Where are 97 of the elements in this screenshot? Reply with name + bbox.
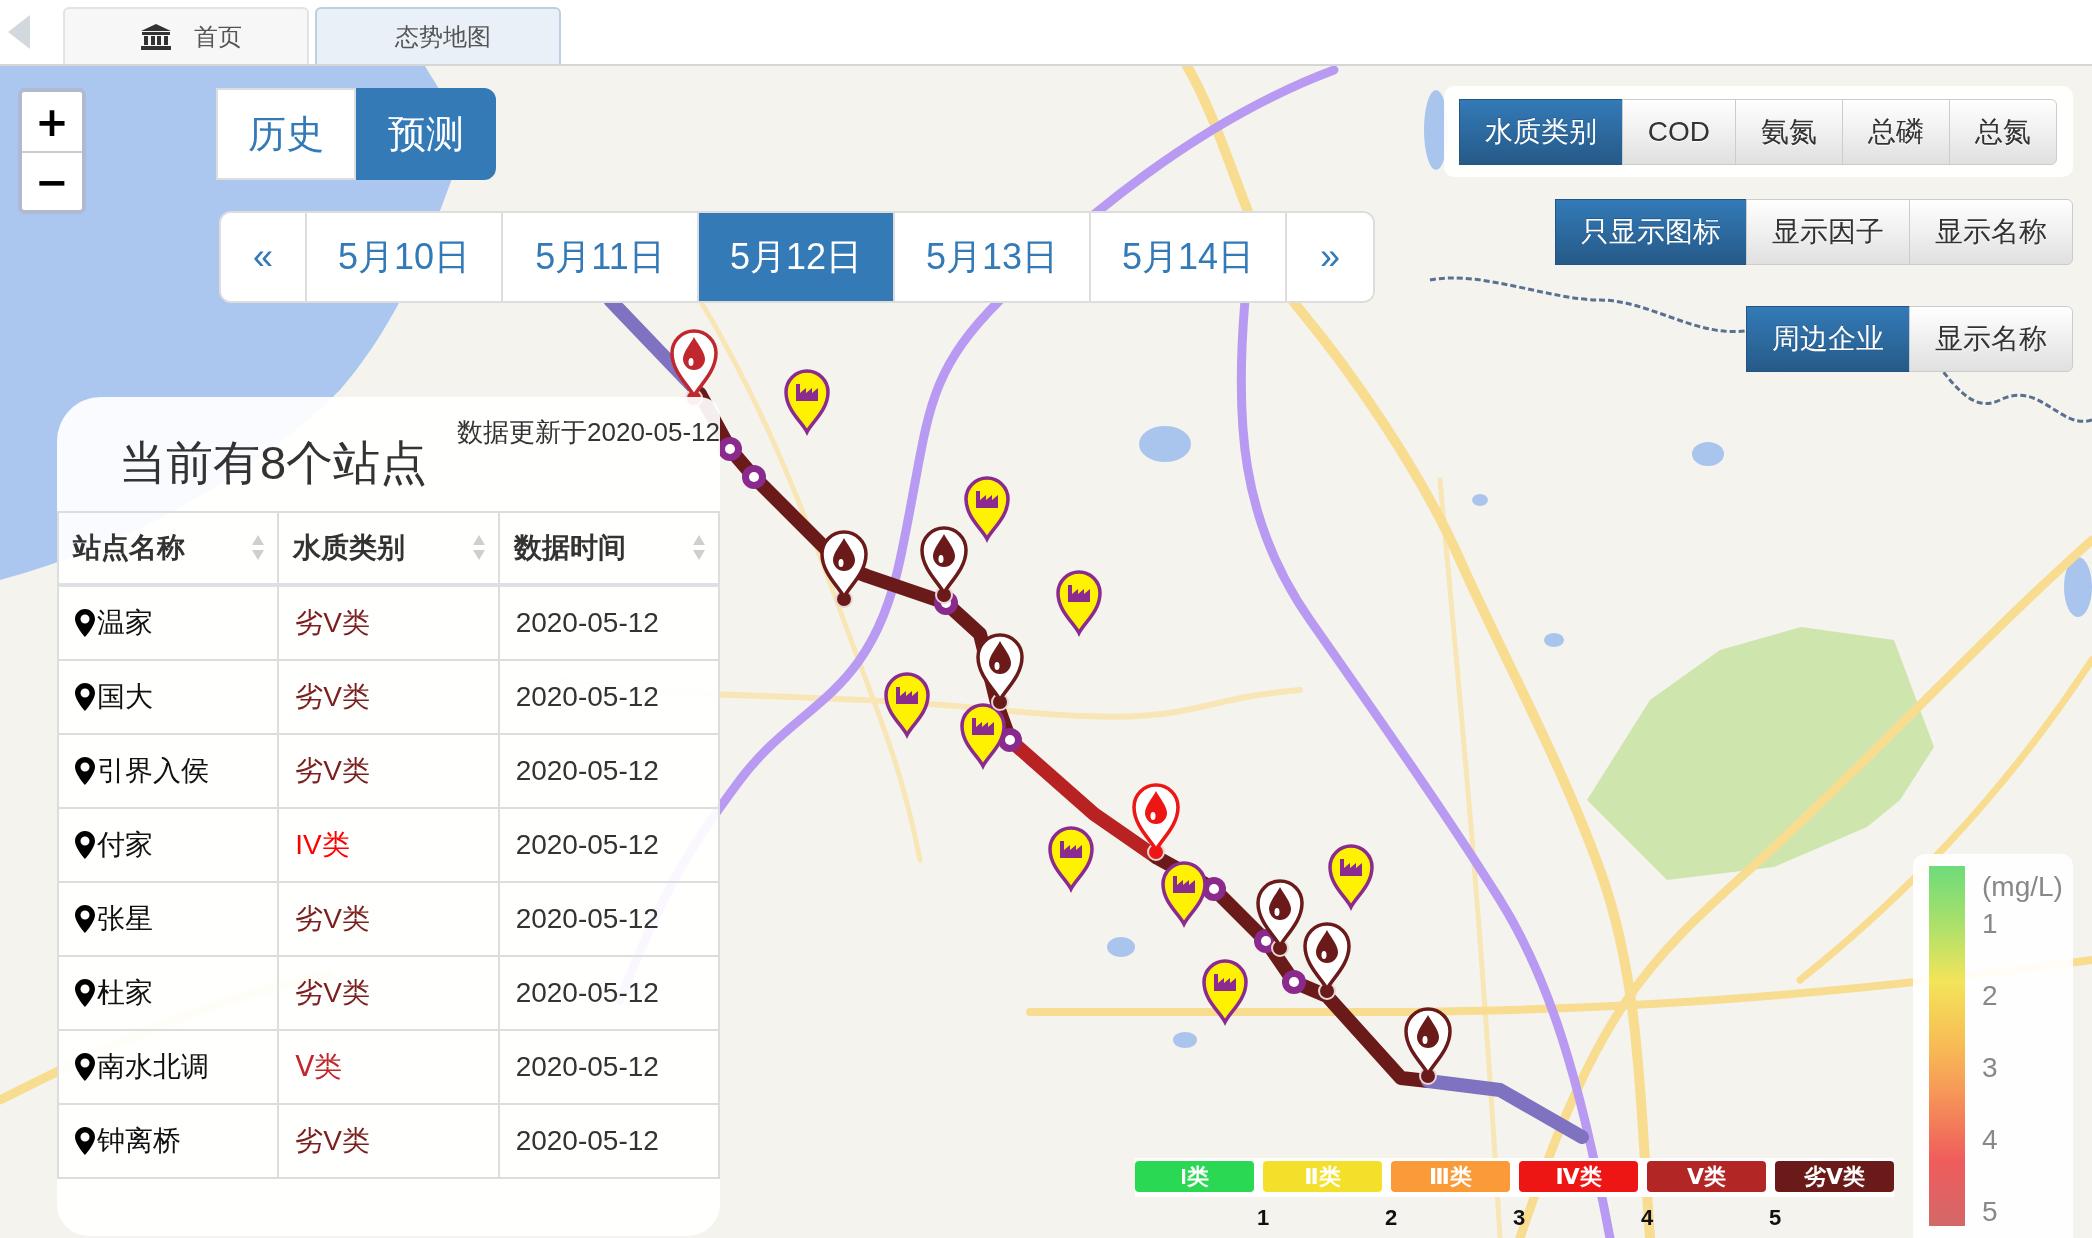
lake — [2064, 557, 2092, 617]
factory-pin-icon[interactable] — [1056, 570, 1102, 635]
station-pin-icon[interactable] — [1404, 1007, 1452, 1085]
toggle-button[interactable]: 总氮 — [1949, 99, 2057, 165]
column-header[interactable]: 站点名称 — [59, 513, 280, 587]
lake — [1139, 426, 1191, 462]
factory-pin-icon[interactable] — [884, 672, 930, 737]
toggle-button[interactable]: 总磷 — [1842, 99, 1950, 165]
bank-icon — [140, 22, 172, 51]
water-class-legend-item: Ⅲ类 — [1391, 1161, 1510, 1192]
station-name[interactable]: 钟离桥 — [97, 1122, 181, 1160]
map-pin-icon — [75, 683, 95, 711]
station-pin-icon[interactable] — [976, 633, 1024, 711]
factory-pin-icon[interactable] — [1161, 861, 1207, 926]
table-cell: 劣V类 — [279, 661, 500, 735]
table-cell: 2020-05-12 — [499, 587, 720, 661]
water-class-legend-item: 劣Ⅴ类 — [1775, 1161, 1894, 1192]
toggle-button[interactable]: 显示名称 — [1909, 306, 2073, 372]
route-node-icon — [742, 465, 766, 489]
factory-pin-icon[interactable] — [1048, 826, 1094, 891]
station-pin-icon[interactable] — [1132, 783, 1180, 861]
table-cell: IV类 — [279, 809, 500, 883]
lake — [1544, 633, 1564, 647]
station-name[interactable]: 南水北调 — [97, 1048, 209, 1086]
column-header[interactable]: 数据时间 — [499, 513, 720, 587]
lake — [1472, 494, 1488, 506]
factory-pin-icon[interactable] — [960, 703, 1006, 768]
table-cell: 劣V类 — [279, 957, 500, 1031]
map-pin-icon — [75, 757, 95, 785]
water-class-legend-item: Ⅳ类 — [1519, 1161, 1638, 1192]
water-class-legend-item: Ⅴ类 — [1647, 1161, 1766, 1192]
map-pin-icon — [75, 609, 95, 637]
map-pin-icon — [75, 1127, 95, 1155]
station-name[interactable]: 引界入侯 — [97, 752, 209, 790]
route-node-icon — [1282, 970, 1306, 994]
update-time-text: 数据更新于2020-05-12 — [457, 417, 720, 449]
lake — [1692, 442, 1724, 466]
station-name[interactable]: 国大 — [97, 678, 153, 716]
map-pin-icon — [75, 905, 95, 933]
table-cell: 劣V类 — [279, 735, 500, 809]
table-cell: 劣V类 — [279, 1105, 500, 1179]
table-cell: 劣V类 — [279, 587, 500, 661]
unit-label: (mg/L) — [1982, 870, 2063, 904]
lake — [1173, 1032, 1197, 1048]
toggle-button[interactable]: 水质类别 — [1458, 99, 1623, 165]
toggle-button[interactable]: 显示名称 — [1909, 199, 2073, 265]
mode-tab[interactable]: 预测 — [356, 88, 496, 180]
toggle-button[interactable]: 周边企业 — [1746, 306, 1910, 372]
scale-tick-label: 5 — [1982, 1196, 1998, 1227]
station-name[interactable]: 杜家 — [97, 974, 153, 1012]
toggle-button[interactable]: 显示因子 — [1746, 199, 1910, 265]
table-cell: 2020-05-12 — [499, 957, 720, 1031]
table-cell: 2020-05-12 — [499, 661, 720, 735]
legend-tick-label: 1 — [1255, 1204, 1271, 1232]
mode-tab[interactable]: 历史 — [216, 88, 356, 180]
factory-pin-icon[interactable] — [784, 369, 830, 434]
scale-tick-label: 3 — [1982, 1052, 1998, 1083]
toggle-button[interactable]: 氨氮 — [1735, 99, 1843, 165]
legend-tick-label: 3 — [1511, 1204, 1527, 1232]
factory-pin-icon[interactable] — [1202, 959, 1248, 1024]
table-cell: 2020-05-12 — [499, 883, 720, 957]
station-name[interactable]: 张星 — [97, 900, 153, 938]
page-tab[interactable]: 态势地图 — [315, 7, 561, 64]
scale-tick-label: 1 — [1982, 908, 1998, 939]
page-tab[interactable]: 首页 — [63, 7, 309, 64]
table-cell: 2020-05-12 — [499, 735, 720, 809]
legend-tick-label: 4 — [1639, 1204, 1655, 1232]
toggle-button[interactable]: 只显示图标 — [1555, 199, 1747, 265]
water-class-legend-item: Ⅱ类 — [1263, 1161, 1382, 1192]
station-pin-icon[interactable] — [820, 530, 868, 608]
factory-pin-icon[interactable] — [1328, 844, 1374, 909]
legend-tick-label: 2 — [1383, 1204, 1399, 1232]
panel-title: 当前有8个站点 — [119, 439, 428, 486]
map-pin-icon — [75, 979, 95, 1007]
map-pin-icon — [75, 831, 95, 859]
column-header[interactable]: 水质类别 — [279, 513, 500, 587]
station-pin-icon[interactable] — [920, 526, 968, 604]
toggle-button[interactable]: COD — [1621, 99, 1736, 165]
map-pin-icon — [75, 1053, 95, 1081]
station-name[interactable]: 温家 — [97, 604, 153, 642]
previous-button[interactable]: « — [221, 213, 307, 301]
date-button[interactable]: 5月12日 — [699, 213, 895, 301]
table-cell: 2020-05-12 — [499, 1031, 720, 1105]
legend-tick-label: 5 — [1767, 1204, 1783, 1232]
table-cell: 2020-05-12 — [499, 809, 720, 883]
table-cell: 2020-05-12 — [499, 1105, 720, 1179]
lake — [1107, 937, 1135, 957]
scale-tick-label: 2 — [1982, 980, 1998, 1011]
station-pin-icon[interactable] — [1256, 879, 1304, 957]
station-pin-icon[interactable] — [1303, 922, 1351, 1000]
factory-pin-icon[interactable] — [964, 476, 1010, 541]
zoom-out-button[interactable]: − — [22, 151, 82, 210]
water-class-legend-item: I类 — [1135, 1161, 1254, 1192]
station-name[interactable]: 付家 — [97, 826, 153, 864]
table-cell: 劣V类 — [279, 883, 500, 957]
table-cell: Ⅴ类 — [279, 1031, 500, 1105]
scale-tick-label: 4 — [1982, 1124, 1998, 1155]
